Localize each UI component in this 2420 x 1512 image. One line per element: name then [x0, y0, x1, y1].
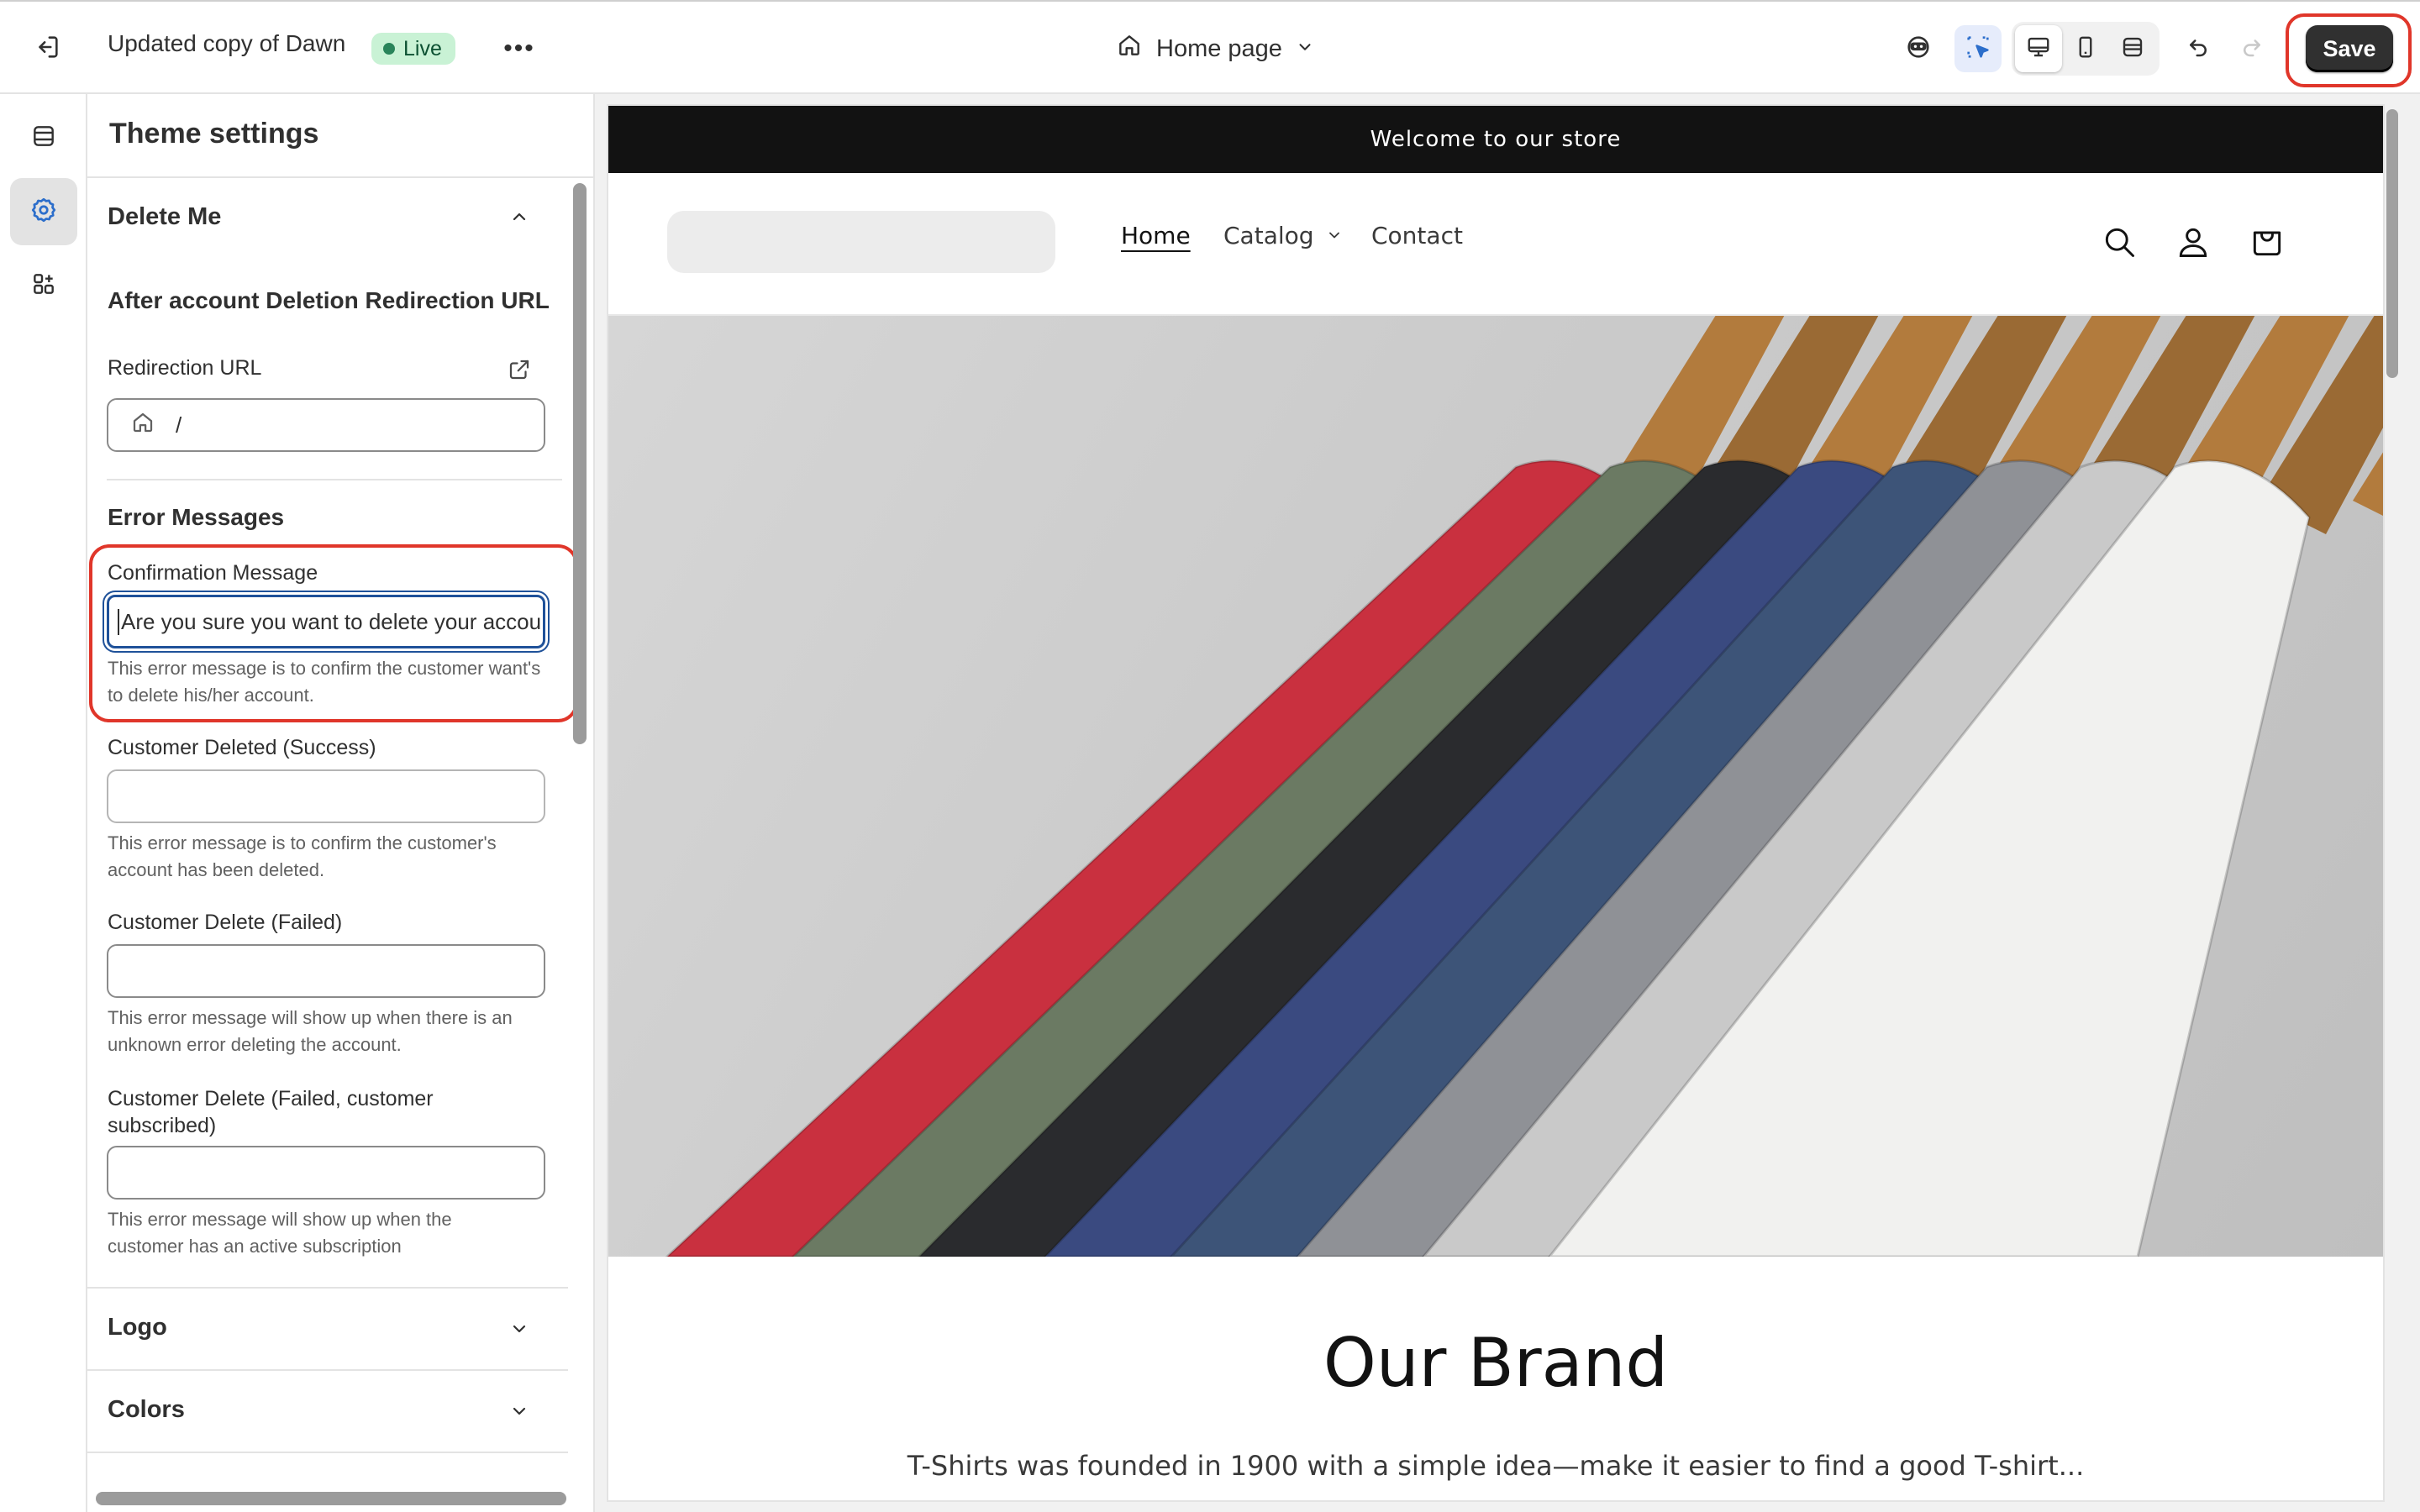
- nav-catalog-link[interactable]: Catalog: [1223, 222, 1343, 249]
- theme-settings-panel: Theme settings Delete Me After account D…: [87, 94, 595, 1512]
- redirect-url-input[interactable]: /: [107, 398, 545, 452]
- announcement-bar: Welcome to our store: [608, 106, 2383, 173]
- home-icon: [130, 410, 155, 441]
- mobile-view-button[interactable]: [2062, 25, 2109, 72]
- customer-delete-failed-input[interactable]: [107, 944, 545, 998]
- customer-delete-subscribed-input[interactable]: [107, 1146, 545, 1200]
- panel-horizontal-scrollbar[interactable]: [96, 1492, 566, 1505]
- more-icon: •••: [503, 34, 535, 62]
- exit-button[interactable]: [24, 25, 71, 72]
- redo-icon: [2239, 34, 2265, 64]
- redirect-url-label: Redirection URL: [108, 356, 262, 380]
- fullscreen-view-button[interactable]: [2109, 25, 2156, 72]
- sensei-button[interactable]: [1895, 25, 1942, 72]
- page-selector[interactable]: Home page: [1116, 25, 1314, 72]
- customer-deleted-success-input[interactable]: [107, 769, 545, 823]
- panel-vertical-scrollbar[interactable]: [573, 183, 587, 744]
- exit-icon: [33, 33, 61, 66]
- rail-sections-button[interactable]: [10, 104, 77, 171]
- chevron-down-icon: [1296, 35, 1314, 63]
- apps-icon: [30, 270, 57, 302]
- search-icon[interactable]: [2094, 217, 2144, 267]
- home-icon: [1116, 32, 1143, 66]
- chevron-down-icon[interactable]: [504, 1396, 534, 1426]
- theme-name: Updated copy of Dawn: [108, 30, 346, 56]
- customer-delete-failed-label: Customer Delete (Failed): [108, 911, 343, 934]
- status-badge-label: Live: [403, 36, 442, 60]
- section-logo-title[interactable]: Logo: [108, 1314, 167, 1341]
- account-icon[interactable]: [2168, 217, 2218, 267]
- more-actions-button[interactable]: •••: [496, 25, 543, 72]
- editor-topbar: Updated copy of Dawn Live ••• Home page: [0, 0, 2420, 94]
- customer-delete-failed-help: This error message will show up when the…: [108, 1007, 513, 1055]
- status-badge: Live: [371, 33, 455, 65]
- tshirt-rack-image: [665, 316, 2383, 1257]
- customer-deleted-success-label: Customer Deleted (Success): [108, 736, 376, 759]
- section-colors-title[interactable]: Colors: [108, 1396, 185, 1424]
- brand-heading: Our Brand: [1323, 1324, 1669, 1402]
- confirmation-message-label: Confirmation Message: [108, 561, 318, 585]
- external-link-icon[interactable]: [504, 354, 534, 385]
- store-logo-placeholder[interactable]: [667, 211, 1055, 273]
- live-dot-icon: [383, 43, 395, 55]
- preview-scrollbar[interactable]: [2386, 109, 2398, 378]
- nav-home-link[interactable]: Home: [1121, 222, 1191, 249]
- divider: [107, 479, 562, 480]
- confirmation-message-help: This error message is to confirm the cus…: [108, 658, 541, 706]
- rail-app-embeds-button[interactable]: [10, 252, 77, 319]
- panel-divider: [87, 176, 593, 178]
- error-messages-heading: Error Messages: [108, 504, 285, 530]
- gear-icon: [29, 196, 58, 228]
- customer-delete-subscribed-label: Customer Delete (Failed, customer subscr…: [108, 1087, 434, 1137]
- inspector-button[interactable]: [1954, 25, 2002, 72]
- brand-description: T-Shirts was founded in 1900 with a simp…: [907, 1450, 2085, 1482]
- store-header: Home Catalog Contact: [608, 173, 2383, 316]
- sensei-icon: [1904, 33, 1933, 66]
- desktop-view-button[interactable]: [2015, 25, 2062, 72]
- mobile-icon: [2073, 34, 2098, 64]
- chevron-down-icon: [1326, 222, 1343, 249]
- customer-delete-subscribed-help: This error message will show up when the…: [108, 1209, 452, 1257]
- confirmation-message-value: Are you sure you want to delete your acc…: [118, 608, 541, 635]
- chevron-up-icon[interactable]: [504, 202, 534, 232]
- hero-image[interactable]: [608, 316, 2383, 1257]
- editor-rail: [0, 94, 87, 1512]
- fullscreen-icon: [2120, 34, 2145, 64]
- undo-icon: [2186, 34, 2211, 64]
- save-button[interactable]: Save: [2306, 25, 2393, 72]
- desktop-icon: [2026, 34, 2051, 64]
- rail-theme-settings-button[interactable]: [10, 178, 77, 245]
- storefront-preview: Welcome to our store Home Catalog Contac…: [608, 106, 2383, 1500]
- panel-title: Theme settings: [109, 118, 319, 150]
- divider: [87, 1452, 568, 1453]
- redirect-url-value: /: [176, 412, 182, 438]
- undo-button[interactable]: [2175, 25, 2222, 72]
- select-cursor-icon: [1964, 33, 1992, 66]
- confirmation-message-input[interactable]: Are you sure you want to delete your acc…: [107, 595, 545, 648]
- page-selector-label: Home page: [1156, 34, 1282, 62]
- section-delete-me-title[interactable]: Delete Me: [108, 203, 221, 231]
- divider: [87, 1287, 568, 1289]
- redirect-heading: After account Deletion Redirection URL: [108, 287, 550, 313]
- nav-catalog-label: Catalog: [1223, 222, 1314, 249]
- nav-contact-link[interactable]: Contact: [1371, 222, 1463, 249]
- chevron-down-icon[interactable]: [504, 1314, 534, 1344]
- sections-icon: [30, 123, 57, 154]
- cart-icon[interactable]: [2242, 217, 2292, 267]
- device-toggle-group: [2012, 22, 2160, 76]
- redo-button[interactable]: [2228, 25, 2275, 72]
- divider: [87, 1369, 568, 1371]
- customer-deleted-success-help: This error message is to confirm the cus…: [108, 832, 497, 880]
